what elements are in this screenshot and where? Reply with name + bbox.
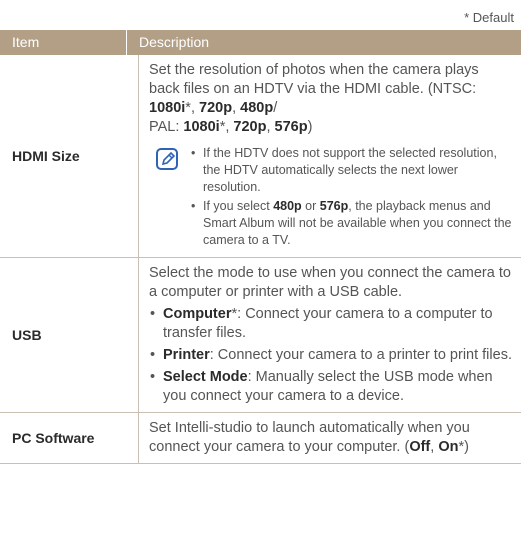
usb-intro: Select the mode to use when you connect …: [149, 265, 511, 300]
item-hdmi-size: HDMI Size: [12, 148, 80, 164]
header-description: Description: [126, 30, 521, 55]
item-usb: USB: [12, 327, 42, 343]
usb-options-list: Computer*: Connect your camera to a comp…: [149, 305, 513, 406]
table-row-pc-software: PC Software Set Intelli-studio to launch…: [0, 413, 521, 464]
table-row-usb: USB Select the mode to use when you conn…: [0, 258, 521, 413]
item-pc-software: PC Software: [12, 430, 95, 446]
table-header: Item Description: [0, 30, 521, 55]
settings-table: Item Description HDMI Size Set the resol…: [0, 30, 521, 464]
usb-option-computer: Computer*: Connect your camera to a comp…: [149, 305, 513, 343]
note-pencil-icon: [156, 148, 178, 170]
note-item-1: If the HDTV does not support the selecte…: [191, 145, 513, 196]
hdmi-description-text: Set the resolution of photos when the ca…: [149, 62, 479, 135]
table-row-hdmi-size: HDMI Size Set the resolution of photos w…: [0, 55, 521, 258]
hdmi-note: If the HDTV does not support the selecte…: [149, 145, 513, 251]
note-list: If the HDTV does not support the selecte…: [191, 145, 513, 251]
description-pc-software: Set Intelli-studio to launch automatical…: [138, 413, 521, 463]
header-item: Item: [12, 34, 40, 50]
usb-option-printer: Printer: Connect your camera to a printe…: [149, 346, 513, 365]
description-usb: Select the mode to use when you connect …: [138, 258, 521, 412]
note-item-2: If you select 480p or 576p, the playback…: [191, 198, 513, 249]
default-legend: * Default: [464, 10, 514, 25]
description-hdmi-size: Set the resolution of photos when the ca…: [138, 55, 521, 257]
usb-option-select-mode: Select Mode: Manually select the USB mod…: [149, 368, 513, 406]
